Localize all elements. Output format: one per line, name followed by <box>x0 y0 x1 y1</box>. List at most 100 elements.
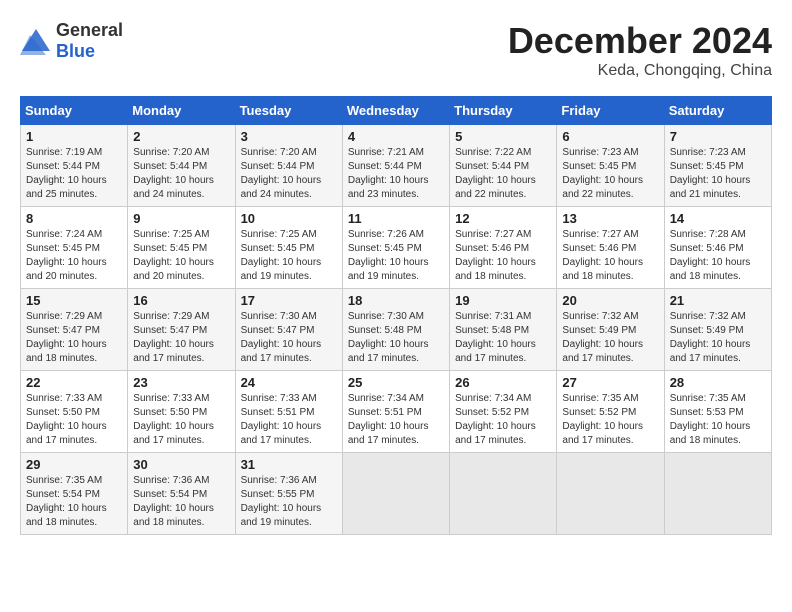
day-detail: Sunrise: 7:35 AM Sunset: 5:54 PM Dayligh… <box>26 474 122 530</box>
day-number: 26 <box>455 375 551 390</box>
calendar-week-3: 15 Sunrise: 7:29 AM Sunset: 5:47 PM Dayli… <box>21 289 772 371</box>
calendar-cell <box>664 453 771 535</box>
calendar-cell: 17 Sunrise: 7:30 AM Sunset: 5:47 PM Dayli… <box>235 289 342 371</box>
day-number: 12 <box>455 211 551 226</box>
header-tuesday: Tuesday <box>235 97 342 125</box>
day-detail: Sunrise: 7:34 AM Sunset: 5:52 PM Dayligh… <box>455 392 551 448</box>
calendar-cell: 19 Sunrise: 7:31 AM Sunset: 5:48 PM Dayli… <box>450 289 557 371</box>
calendar-cell: 5Sunrise: 7:22 AM Sunset: 5:44 PM Daylig… <box>450 125 557 207</box>
day-number: 20 <box>562 293 658 308</box>
day-detail: Sunrise: 7:21 AM Sunset: 5:44 PM Dayligh… <box>348 146 444 202</box>
logo-general: General <box>56 20 123 40</box>
location-title: Keda, Chongqing, China <box>508 62 772 80</box>
calendar-cell <box>342 453 449 535</box>
day-number: 30 <box>133 457 229 472</box>
calendar-header-row: SundayMondayTuesdayWednesdayThursdayFrid… <box>21 97 772 125</box>
calendar-cell: 21Sunrise: 7:32 AM Sunset: 5:49 PM Dayli… <box>664 289 771 371</box>
calendar-week-2: 8Sunrise: 7:24 AM Sunset: 5:45 PM Daylig… <box>21 207 772 289</box>
header-thursday: Thursday <box>450 97 557 125</box>
calendar-week-5: 29 Sunrise: 7:35 AM Sunset: 5:54 PM Dayli… <box>21 453 772 535</box>
day-number: 7 <box>670 129 766 144</box>
header-friday: Friday <box>557 97 664 125</box>
header-monday: Monday <box>128 97 235 125</box>
day-detail: Sunrise: 7:23 AM Sunset: 5:45 PM Dayligh… <box>562 146 658 202</box>
day-detail: Sunrise: 7:28 AM Sunset: 5:46 PM Dayligh… <box>670 228 766 284</box>
calendar-cell <box>557 453 664 535</box>
logo-icon <box>20 27 52 55</box>
calendar-cell: 18 Sunrise: 7:30 AM Sunset: 5:48 PM Dayli… <box>342 289 449 371</box>
header-saturday: Saturday <box>664 97 771 125</box>
day-number: 22 <box>26 375 122 390</box>
calendar-week-1: 1Sunrise: 7:19 AM Sunset: 5:44 PM Daylig… <box>21 125 772 207</box>
day-detail: Sunrise: 7:30 AM Sunset: 5:48 PM Dayligh… <box>348 310 444 366</box>
calendar-cell: 1Sunrise: 7:19 AM Sunset: 5:44 PM Daylig… <box>21 125 128 207</box>
day-detail: Sunrise: 7:36 AM Sunset: 5:54 PM Dayligh… <box>133 474 229 530</box>
day-number: 16 <box>133 293 229 308</box>
calendar-cell: 29 Sunrise: 7:35 AM Sunset: 5:54 PM Dayli… <box>21 453 128 535</box>
calendar-cell: 9Sunrise: 7:25 AM Sunset: 5:45 PM Daylig… <box>128 207 235 289</box>
day-detail: Sunrise: 7:29 AM Sunset: 5:47 PM Dayligh… <box>26 310 122 366</box>
title-section: December 2024 Keda, Chongqing, China <box>508 20 772 80</box>
day-number: 23 <box>133 375 229 390</box>
page-header: General Blue December 2024 Keda, Chongqi… <box>20 20 772 80</box>
day-detail: Sunrise: 7:34 AM Sunset: 5:51 PM Dayligh… <box>348 392 444 448</box>
calendar-cell: 25Sunrise: 7:34 AM Sunset: 5:51 PM Dayli… <box>342 371 449 453</box>
day-detail: Sunrise: 7:30 AM Sunset: 5:47 PM Dayligh… <box>241 310 337 366</box>
day-number: 14 <box>670 211 766 226</box>
day-number: 17 <box>241 293 337 308</box>
day-number: 3 <box>241 129 337 144</box>
day-number: 15 <box>26 293 122 308</box>
day-detail: Sunrise: 7:33 AM Sunset: 5:51 PM Dayligh… <box>241 392 337 448</box>
calendar-cell: 16 Sunrise: 7:29 AM Sunset: 5:47 PM Dayli… <box>128 289 235 371</box>
day-number: 31 <box>241 457 337 472</box>
calendar-cell: 10 Sunrise: 7:25 AM Sunset: 5:45 PM Dayli… <box>235 207 342 289</box>
day-number: 13 <box>562 211 658 226</box>
day-number: 21 <box>670 293 766 308</box>
calendar-cell: 26 Sunrise: 7:34 AM Sunset: 5:52 PM Dayli… <box>450 371 557 453</box>
day-number: 2 <box>133 129 229 144</box>
calendar-cell: 27 Sunrise: 7:35 AM Sunset: 5:52 PM Dayli… <box>557 371 664 453</box>
calendar-cell: 8Sunrise: 7:24 AM Sunset: 5:45 PM Daylig… <box>21 207 128 289</box>
header-sunday: Sunday <box>21 97 128 125</box>
day-number: 4 <box>348 129 444 144</box>
calendar-cell: 30 Sunrise: 7:36 AM Sunset: 5:54 PM Dayli… <box>128 453 235 535</box>
day-detail: Sunrise: 7:27 AM Sunset: 5:46 PM Dayligh… <box>455 228 551 284</box>
header-wednesday: Wednesday <box>342 97 449 125</box>
day-detail: Sunrise: 7:22 AM Sunset: 5:44 PM Dayligh… <box>455 146 551 202</box>
day-detail: Sunrise: 7:31 AM Sunset: 5:48 PM Dayligh… <box>455 310 551 366</box>
day-detail: Sunrise: 7:35 AM Sunset: 5:53 PM Dayligh… <box>670 392 766 448</box>
calendar-cell: 15 Sunrise: 7:29 AM Sunset: 5:47 PM Dayli… <box>21 289 128 371</box>
calendar-cell: 28 Sunrise: 7:35 AM Sunset: 5:53 PM Dayli… <box>664 371 771 453</box>
day-detail: Sunrise: 7:23 AM Sunset: 5:45 PM Dayligh… <box>670 146 766 202</box>
calendar-cell: 14 Sunrise: 7:28 AM Sunset: 5:46 PM Dayli… <box>664 207 771 289</box>
day-number: 11 <box>348 211 444 226</box>
day-number: 29 <box>26 457 122 472</box>
day-detail: Sunrise: 7:32 AM Sunset: 5:49 PM Dayligh… <box>562 310 658 366</box>
calendar-cell: 4 Sunrise: 7:21 AM Sunset: 5:44 PM Daylig… <box>342 125 449 207</box>
calendar-cell: 12 Sunrise: 7:27 AM Sunset: 5:46 PM Dayli… <box>450 207 557 289</box>
calendar-cell: 24 Sunrise: 7:33 AM Sunset: 5:51 PM Dayli… <box>235 371 342 453</box>
calendar-table: SundayMondayTuesdayWednesdayThursdayFrid… <box>20 96 772 535</box>
day-detail: Sunrise: 7:29 AM Sunset: 5:47 PM Dayligh… <box>133 310 229 366</box>
day-number: 6 <box>562 129 658 144</box>
day-detail: Sunrise: 7:33 AM Sunset: 5:50 PM Dayligh… <box>133 392 229 448</box>
calendar-cell: 3Sunrise: 7:20 AM Sunset: 5:44 PM Daylig… <box>235 125 342 207</box>
day-detail: Sunrise: 7:35 AM Sunset: 5:52 PM Dayligh… <box>562 392 658 448</box>
day-number: 18 <box>348 293 444 308</box>
day-number: 19 <box>455 293 551 308</box>
calendar-cell: 7 Sunrise: 7:23 AM Sunset: 5:45 PM Daylig… <box>664 125 771 207</box>
day-detail: Sunrise: 7:19 AM Sunset: 5:44 PM Dayligh… <box>26 146 122 202</box>
day-number: 27 <box>562 375 658 390</box>
logo-blue: Blue <box>56 41 95 61</box>
calendar-cell: 6 Sunrise: 7:23 AM Sunset: 5:45 PM Daylig… <box>557 125 664 207</box>
day-detail: Sunrise: 7:25 AM Sunset: 5:45 PM Dayligh… <box>241 228 337 284</box>
day-detail: Sunrise: 7:20 AM Sunset: 5:44 PM Dayligh… <box>133 146 229 202</box>
calendar-cell <box>450 453 557 535</box>
calendar-cell: 31Sunrise: 7:36 AM Sunset: 5:55 PM Dayli… <box>235 453 342 535</box>
day-number: 10 <box>241 211 337 226</box>
day-number: 28 <box>670 375 766 390</box>
day-detail: Sunrise: 7:25 AM Sunset: 5:45 PM Dayligh… <box>133 228 229 284</box>
day-detail: Sunrise: 7:27 AM Sunset: 5:46 PM Dayligh… <box>562 228 658 284</box>
day-detail: Sunrise: 7:26 AM Sunset: 5:45 PM Dayligh… <box>348 228 444 284</box>
day-number: 24 <box>241 375 337 390</box>
